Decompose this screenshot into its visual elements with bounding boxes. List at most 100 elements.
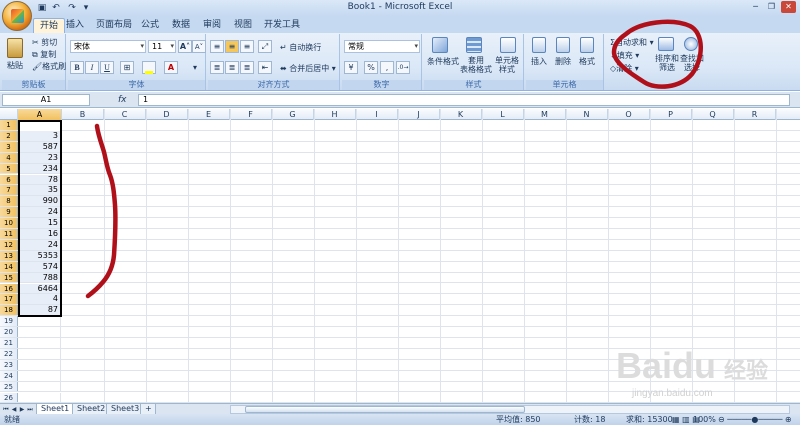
row-header[interactable]: 21 bbox=[0, 338, 18, 348]
find-select-label[interactable]: 查找和 选择 bbox=[680, 54, 704, 72]
column-header[interactable]: F bbox=[230, 109, 272, 120]
row-header[interactable]: 25 bbox=[0, 381, 18, 392]
format-painter-button[interactable]: 🖌格式刷 bbox=[32, 61, 66, 72]
cell-a[interactable]: 4 bbox=[18, 294, 61, 305]
shrink-font-button[interactable]: A˅ bbox=[192, 40, 206, 53]
column-header[interactable]: H bbox=[314, 109, 356, 120]
cell-a[interactable]: 587 bbox=[18, 141, 61, 152]
table-format-label[interactable]: 套用 表格格式 bbox=[460, 56, 492, 74]
name-box[interactable]: A1 bbox=[2, 94, 90, 106]
select-all-corner[interactable] bbox=[0, 109, 18, 120]
column-header[interactable]: K bbox=[440, 109, 482, 120]
cell-a[interactable] bbox=[18, 381, 61, 392]
cell-a[interactable]: 1 bbox=[18, 120, 61, 130]
column-header[interactable]: M bbox=[524, 109, 566, 120]
cell-styles-label[interactable]: 单元格 样式 bbox=[495, 56, 519, 74]
table-format-icon[interactable] bbox=[466, 37, 482, 53]
underline-button[interactable]: U bbox=[100, 61, 114, 74]
number-format-combo[interactable]: 常规 ▾ bbox=[344, 40, 420, 53]
format-cells-label[interactable]: 格式 bbox=[579, 56, 595, 67]
cell-a[interactable]: 35 bbox=[18, 185, 61, 196]
cell-a[interactable]: 5353 bbox=[18, 250, 61, 261]
horizontal-scrollbar[interactable] bbox=[230, 405, 790, 414]
column-header[interactable]: Q bbox=[692, 109, 734, 120]
column-header[interactable]: E bbox=[188, 109, 230, 120]
tab-data[interactable]: 数据 bbox=[166, 18, 196, 33]
comma-button[interactable]: , bbox=[380, 61, 394, 74]
scroll-thumb[interactable] bbox=[245, 406, 525, 413]
orientation-icon[interactable]: ⤢ bbox=[258, 40, 272, 53]
tab-review[interactable]: 审阅 bbox=[197, 18, 227, 33]
cell-a[interactable]: 3 bbox=[18, 130, 61, 141]
restore-button[interactable]: ❐ bbox=[764, 1, 779, 13]
insert-cells-icon[interactable] bbox=[532, 37, 546, 53]
row-header[interactable]: 20 bbox=[0, 327, 18, 337]
align-bottom-icon[interactable]: ≡ bbox=[240, 40, 254, 53]
font-size-combo[interactable]: 11 ▾ bbox=[148, 40, 176, 53]
font-name-combo[interactable]: 宋体 ▾ bbox=[70, 40, 146, 53]
sort-filter-label[interactable]: 排序和 筛选 bbox=[655, 54, 679, 72]
worksheet-grid[interactable]: ABCDEFGHIJKLMNOPQR 1 1 2 3 3 587 4 23 5 234 6 78 7 35… bbox=[0, 109, 800, 403]
align-right-icon[interactable]: ≣ bbox=[240, 61, 254, 74]
fill-color-icon[interactable] bbox=[142, 61, 156, 74]
italic-button[interactable]: I bbox=[85, 61, 99, 74]
increase-decimal-icon[interactable]: .0→ bbox=[396, 61, 410, 74]
tab-view[interactable]: 视图 bbox=[228, 18, 258, 33]
clear-button[interactable]: ◇清除 ▾ bbox=[610, 63, 639, 74]
bold-button[interactable]: B bbox=[70, 61, 84, 74]
tab-page-layout[interactable]: 页面布局 bbox=[90, 18, 138, 33]
borders-icon[interactable]: ⊞ bbox=[120, 61, 134, 74]
column-header[interactable]: R bbox=[734, 109, 776, 120]
row-header[interactable]: 24 bbox=[0, 370, 18, 381]
percent-button[interactable]: % bbox=[364, 61, 378, 74]
conditional-format-icon[interactable] bbox=[432, 37, 448, 53]
column-header[interactable]: A bbox=[18, 109, 62, 120]
cell-a[interactable]: 87 bbox=[18, 305, 61, 316]
align-middle-icon[interactable]: ≡ bbox=[225, 40, 239, 53]
font-color-icon[interactable]: A bbox=[164, 61, 178, 74]
row-header[interactable]: 17 bbox=[0, 294, 18, 305]
row-header[interactable]: 11 bbox=[0, 229, 18, 239]
row-header[interactable]: 12 bbox=[0, 239, 18, 250]
row-header[interactable]: 6 bbox=[0, 174, 18, 185]
formula-input[interactable]: 1 bbox=[138, 94, 790, 106]
cell-a[interactable] bbox=[18, 338, 61, 348]
row-header[interactable]: 16 bbox=[0, 283, 18, 294]
cell-a[interactable]: 16 bbox=[18, 229, 61, 239]
prev-sheet-icon[interactable]: ◀ bbox=[10, 405, 18, 414]
align-top-icon[interactable]: ≡ bbox=[210, 40, 224, 53]
zoom-slider[interactable]: ⊖ ─────●───── ⊕ bbox=[718, 414, 792, 425]
conditional-format-label[interactable]: 条件格式 bbox=[427, 56, 459, 67]
row-header[interactable]: 3 bbox=[0, 141, 18, 152]
tab-formulas[interactable]: 公式 bbox=[135, 18, 165, 33]
cell-a[interactable]: 15 bbox=[18, 218, 61, 228]
cell-a[interactable] bbox=[18, 370, 61, 381]
zoom-level[interactable]: 100% bbox=[693, 414, 716, 425]
cell-a[interactable]: 24 bbox=[18, 239, 61, 250]
next-sheet-icon[interactable]: ▶ bbox=[18, 405, 26, 414]
row-header[interactable]: 1 bbox=[0, 120, 18, 130]
minimize-button[interactable]: ─ bbox=[748, 1, 763, 13]
copy-button[interactable]: ⧉ 复制 bbox=[32, 49, 56, 60]
font-dialog-icon[interactable]: ▾ bbox=[188, 61, 202, 74]
row-header[interactable]: 2 bbox=[0, 130, 18, 141]
row-header[interactable]: 4 bbox=[0, 152, 18, 163]
cell-a[interactable] bbox=[18, 359, 61, 370]
column-header[interactable]: G bbox=[272, 109, 314, 120]
row-header[interactable]: 23 bbox=[0, 359, 18, 370]
row-header[interactable]: 15 bbox=[0, 272, 18, 283]
merge-center-button[interactable]: ⬌ 合并后居中 ▾ bbox=[280, 63, 336, 74]
row-header[interactable]: 13 bbox=[0, 250, 18, 261]
row-header[interactable]: 10 bbox=[0, 218, 18, 228]
column-header[interactable]: P bbox=[650, 109, 692, 120]
cell-a[interactable]: 6464 bbox=[18, 283, 61, 294]
cell-a[interactable] bbox=[18, 316, 61, 327]
find-select-icon[interactable] bbox=[684, 37, 698, 51]
cell-a[interactable] bbox=[18, 348, 61, 359]
cut-button[interactable]: ✂ 剪切 bbox=[32, 37, 57, 48]
row-header[interactable]: 5 bbox=[0, 163, 18, 174]
cell-a[interactable]: 234 bbox=[18, 163, 61, 174]
row-header[interactable]: 19 bbox=[0, 316, 18, 327]
sort-filter-icon[interactable] bbox=[658, 37, 674, 51]
delete-cells-label[interactable]: 删除 bbox=[555, 56, 571, 67]
